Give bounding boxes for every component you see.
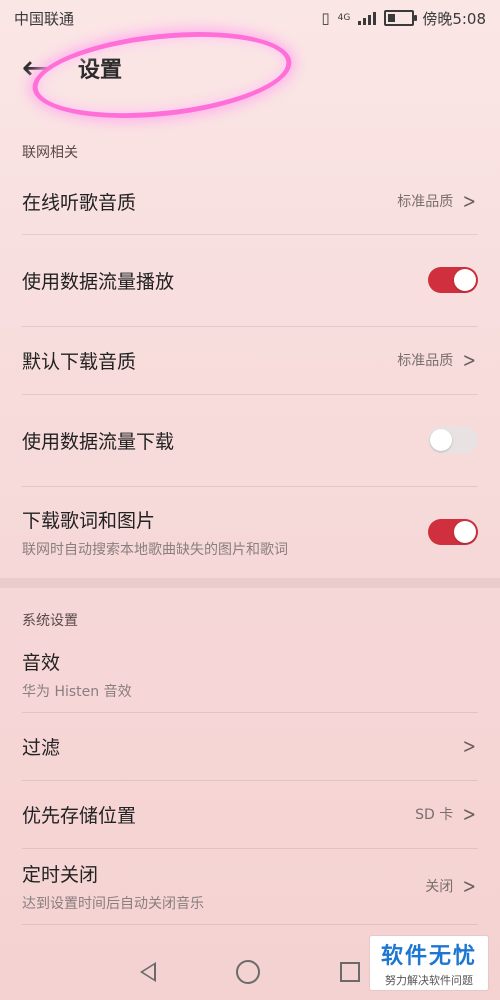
setting-value: 标准品质 [397, 353, 454, 369]
toggle-knob [454, 269, 476, 291]
setting-subtitle: 达到设置时间后自动关闭音乐 [22, 895, 204, 912]
watermark-subtitle: 努力解决软件问题 [385, 974, 473, 987]
setting-data-download[interactable]: 使用数据流量下载 [22, 394, 478, 487]
setting-title: 使用数据流量播放 [22, 270, 175, 293]
toggle-switch[interactable] [428, 267, 478, 293]
status-icons: ▯ 4G 傍晚5:08 [321, 8, 486, 29]
chevron-right-icon: > [462, 734, 477, 758]
setting-data-play[interactable]: 使用数据流量播放 [22, 234, 478, 327]
setting-lyrics-images[interactable]: 下载歌词和图片 联网时自动搜索本地歌曲缺失的图片和歌词 [22, 486, 478, 578]
setting-title: 音效 [22, 651, 61, 674]
setting-value: 关闭 [425, 879, 454, 895]
nav-recents-icon[interactable] [340, 962, 360, 982]
section-label-system: 系统设置 [22, 613, 78, 629]
setting-value: SD 卡 [415, 807, 454, 823]
vibrate-icon: ▯ [321, 9, 330, 27]
setting-title: 过滤 [22, 736, 61, 759]
battery-icon [384, 10, 418, 26]
watermark-title: 软件无忧 [380, 944, 477, 969]
chevron-right-icon: > [462, 348, 477, 372]
toggle-switch[interactable] [428, 427, 478, 453]
setting-storage-location[interactable]: 优先存储位置 SD 卡 > [22, 780, 478, 849]
network-type-label: 4G [337, 13, 351, 23]
nav-home-icon[interactable] [236, 960, 260, 984]
chevron-right-icon: > [462, 189, 477, 213]
setting-title: 默认下载音质 [22, 350, 137, 373]
carrier-label: 中国联通 [14, 9, 75, 28]
time-label: 傍晚5:08 [422, 9, 486, 28]
setting-title: 优先存储位置 [22, 804, 137, 827]
setting-online-quality[interactable]: 在线听歌音质 标准品质 > [22, 168, 478, 235]
setting-sound-effect[interactable]: 音效 华为 Histen 音效 [22, 636, 478, 713]
setting-title: 定时关闭 [22, 863, 99, 886]
watermark-logo: 软件无忧 努力解决软件问题 [370, 936, 488, 990]
section-label-network: 联网相关 [22, 145, 78, 161]
signal-icon [358, 11, 377, 25]
setting-filter[interactable]: 过滤 > [22, 712, 478, 781]
setting-value: 标准品质 [397, 194, 454, 210]
toggle-switch[interactable] [428, 519, 478, 545]
toggle-knob [454, 521, 476, 543]
setting-title: 使用数据流量下载 [22, 430, 175, 453]
setting-subtitle: 联网时自动搜索本地歌曲缺失的图片和歌词 [22, 541, 288, 558]
section-divider [0, 578, 500, 588]
setting-subtitle: 华为 Histen 音效 [22, 683, 132, 700]
toggle-knob [430, 429, 452, 451]
nav-back-icon[interactable] [140, 962, 156, 982]
chevron-right-icon: > [462, 874, 477, 898]
status-bar: 中国联通 ▯ 4G 傍晚5:08 [0, 0, 500, 36]
setting-title: 在线听歌音质 [22, 191, 137, 214]
setting-title: 下载歌词和图片 [22, 509, 156, 532]
setting-download-quality[interactable]: 默认下载音质 标准品质 > [22, 326, 478, 395]
setting-sleep-timer[interactable]: 定时关闭 达到设置时间后自动关闭音乐 关闭 > [22, 848, 478, 925]
chevron-right-icon: > [462, 802, 477, 826]
